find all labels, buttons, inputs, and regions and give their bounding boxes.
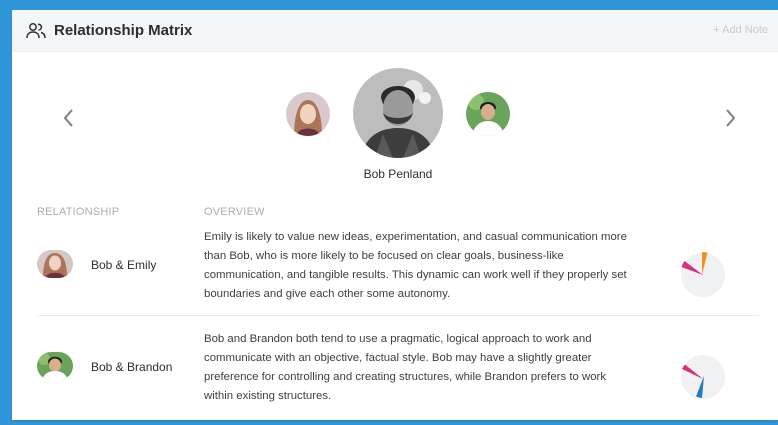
brandon-photo: [466, 92, 510, 136]
chevron-left-icon[interactable]: [59, 106, 79, 130]
relationship-overview: Bob and Brandon both tend to use a pragm…: [204, 333, 607, 402]
relationship-pie-chart: [681, 251, 725, 297]
relationship-overview: Emily is likely to value new ideas, expe…: [204, 231, 627, 300]
column-header-relationship: RELATIONSHIP: [37, 206, 120, 218]
people-icon: [26, 23, 46, 39]
relationship-matrix-card: Relationship Matrix + Add Note Bob Penla…: [12, 10, 778, 420]
column-header-overview: OVERVIEW: [204, 206, 265, 218]
add-note-button[interactable]: + Add Note: [713, 24, 768, 36]
avatar-brandon[interactable]: [466, 92, 510, 136]
brandon-thumb: [37, 352, 73, 380]
table-row[interactable]: Bob & Emily Emily is likely to value new…: [37, 228, 759, 316]
avatar-pair-brandon: [37, 352, 73, 380]
table-row[interactable]: Bob & Brandon Bob and Brandon both tend …: [37, 328, 759, 414]
avatar-pair-emily: [37, 250, 73, 278]
card-header: Relationship Matrix + Add Note: [12, 10, 778, 52]
focus-person-name: Bob Penland: [363, 167, 433, 181]
chevron-right-icon[interactable]: [720, 106, 740, 130]
relationship-name: Bob & Brandon: [91, 360, 173, 374]
avatar-emily[interactable]: [286, 92, 330, 136]
page-title: Relationship Matrix: [54, 22, 193, 39]
relationship-name: Bob & Emily: [91, 258, 157, 272]
emily-photo: [286, 92, 330, 136]
relationship-pie-chart: [681, 355, 725, 399]
bob-photo: [353, 68, 443, 158]
avatar-bob[interactable]: [353, 68, 443, 158]
emily-thumb: [37, 250, 73, 278]
